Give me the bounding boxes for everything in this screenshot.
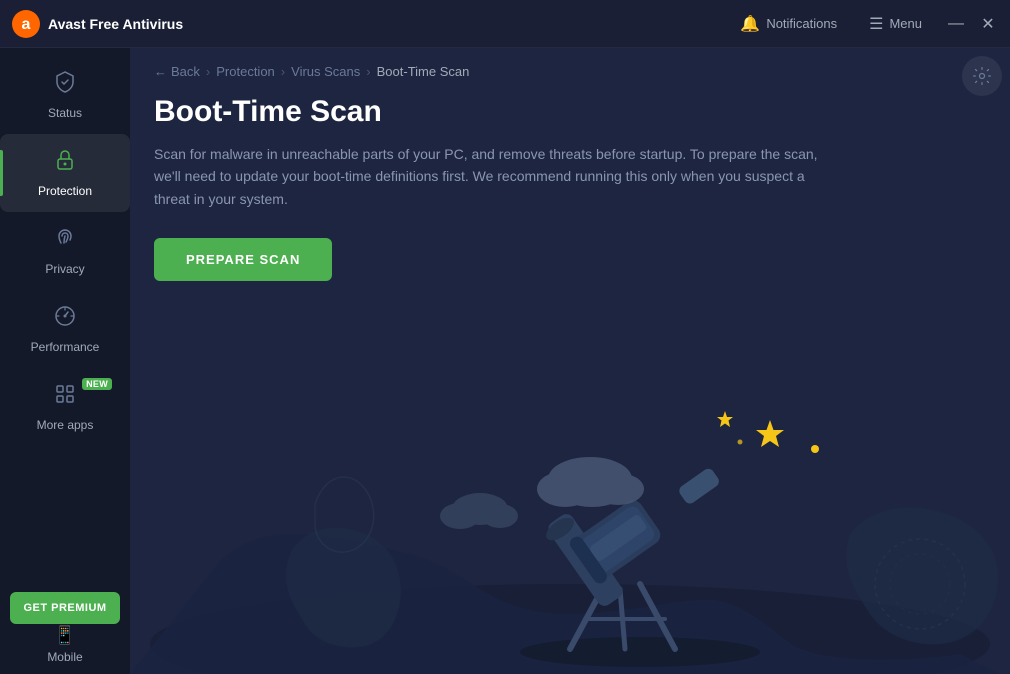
menu-label: Menu [889,16,922,31]
sidebar-item-more-apps-label: More apps [37,418,94,432]
menu-icon: ☰ [869,14,883,34]
breadcrumb: ← Back › Protection › Virus Scans › Boot… [130,48,1010,87]
sidebar-item-mobile[interactable]: 📱 Mobile [0,625,130,664]
grid-icon [53,382,77,412]
lock-icon [53,148,77,178]
fingerprint-icon [53,226,77,256]
sidebar-item-privacy[interactable]: Privacy [0,212,130,290]
sidebar-item-protection-label: Protection [38,184,92,198]
app-title: Avast Free Antivirus [48,16,183,32]
page-description: Scan for malware in unreachable parts of… [154,143,834,210]
breadcrumb-sep-3: › [366,64,370,79]
page-title: Boot-Time Scan [154,95,986,129]
sidebar: Status Protection [0,48,130,674]
gear-icon [972,66,992,86]
sidebar-item-performance-label: Performance [31,340,100,354]
back-button[interactable]: ← Back [154,64,200,79]
speedometer-icon [53,304,77,334]
sidebar-item-protection[interactable]: Protection [0,134,130,212]
back-arrow-icon: ← [154,64,167,79]
window-controls: — ✕ [946,14,998,34]
get-premium-button[interactable]: GET PREMIUM [10,592,120,624]
boot-time-scan-illustration [130,334,1010,674]
sidebar-item-status-label: Status [48,106,82,120]
title-bar-right: 🔔 Notifications ☰ Menu — ✕ [732,10,998,38]
back-label: Back [171,64,200,79]
menu-button[interactable]: ☰ Menu [861,10,930,38]
avast-logo-icon: a [12,10,40,38]
minimize-button[interactable]: — [946,14,966,34]
notifications-label: Notifications [766,16,837,31]
bell-icon: 🔔 [740,14,760,34]
sidebar-item-more-apps[interactable]: NEW More apps [0,368,130,446]
prepare-scan-button[interactable]: PREPARE SCAN [154,238,332,281]
title-bar: a Avast Free Antivirus 🔔 Notifications ☰… [0,0,1010,48]
breadcrumb-current: Boot-Time Scan [377,64,470,79]
sidebar-item-performance[interactable]: Performance [0,290,130,368]
close-button[interactable]: ✕ [978,14,998,34]
breadcrumb-protection[interactable]: Protection [216,64,275,79]
sidebar-item-privacy-label: Privacy [45,262,84,276]
mobile-icon: 📱 [54,625,76,646]
shield-icon [53,70,77,100]
sidebar-item-status[interactable]: Status [0,56,130,134]
settings-button[interactable] [962,56,1002,96]
breadcrumb-sep-2: › [281,64,285,79]
breadcrumb-virus-scans[interactable]: Virus Scans [291,64,360,79]
notifications-button[interactable]: 🔔 Notifications [732,10,845,38]
new-badge: NEW [82,378,112,390]
page-content: Boot-Time Scan Scan for malware in unrea… [130,87,1010,281]
title-bar-left: a Avast Free Antivirus [12,10,183,38]
illustration-svg [130,334,1010,674]
content-area: ← Back › Protection › Virus Scans › Boot… [130,48,1010,674]
sidebar-item-mobile-label: Mobile [47,650,82,664]
main-layout: Status Protection [0,48,1010,674]
svg-text:a: a [22,16,31,33]
breadcrumb-sep-1: › [206,64,210,79]
